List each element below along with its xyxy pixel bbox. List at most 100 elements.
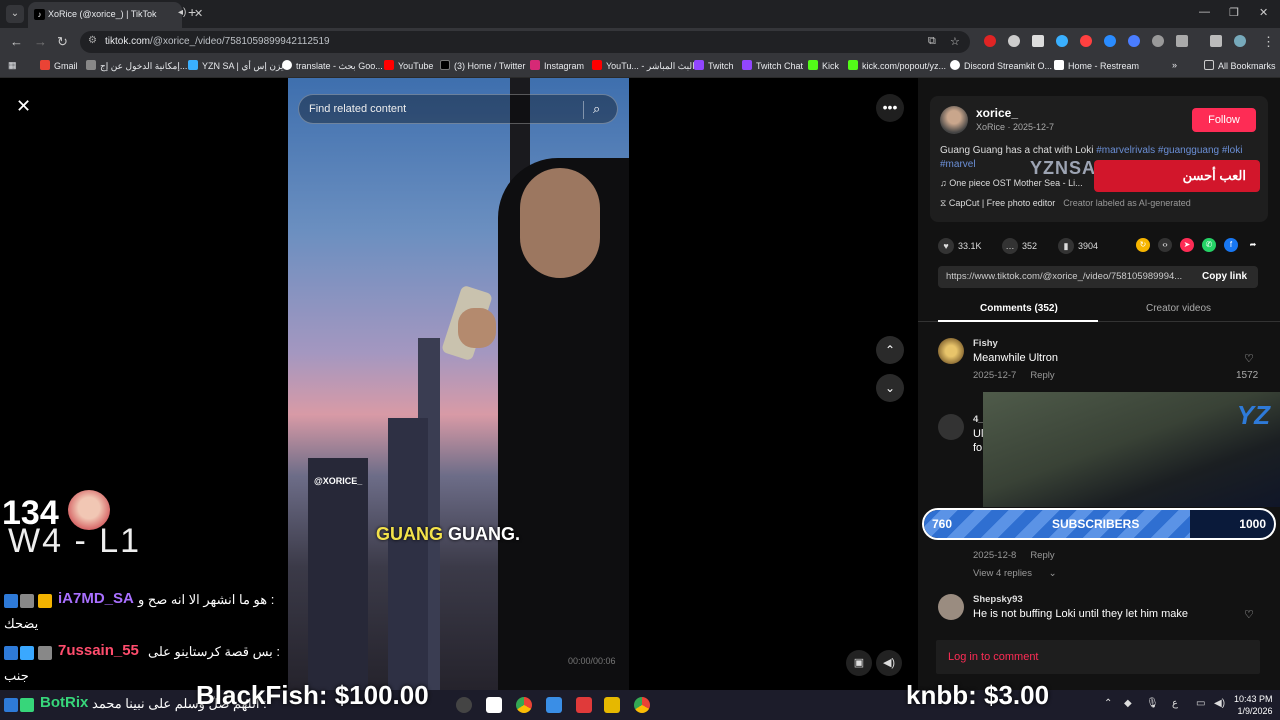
reload-icon[interactable]: ↻ — [57, 34, 68, 50]
network-icon[interactable]: ▭ — [1196, 698, 1205, 709]
commenter-avatar[interactable] — [938, 338, 964, 364]
extension-icon[interactable] — [1056, 35, 1068, 47]
extension-icon[interactable] — [1128, 35, 1140, 47]
install-app-icon[interactable]: ⧉ — [928, 35, 936, 48]
copy-link-button[interactable]: Copy link — [1202, 271, 1247, 282]
taskbar-app-icon[interactable] — [486, 697, 502, 713]
bookmark-gmail[interactable]: Gmail — [40, 60, 78, 71]
music-link[interactable]: ♫ One piece OST Mother Sea - Li... — [940, 178, 1083, 188]
restore-icon[interactable]: ❐ — [1229, 6, 1239, 19]
previous-video-button[interactable]: ⌃ — [876, 336, 904, 364]
all-bookmarks[interactable]: All Bookmarks — [1204, 60, 1276, 71]
editor-label[interactable]: ⧖ CapCut | Free photo editor Creator labe… — [940, 198, 1191, 209]
save-button[interactable]: ▮ 3904 — [1058, 238, 1098, 254]
reply-button[interactable]: Reply — [1030, 550, 1054, 561]
author-avatar[interactable] — [940, 106, 968, 134]
bookmarks-overflow-icon[interactable]: » — [1172, 60, 1177, 70]
follow-button[interactable]: Follow — [1192, 108, 1256, 132]
tab-comments[interactable]: Comments (352) — [980, 303, 1058, 314]
commenter-name[interactable]: 4_ — [973, 414, 984, 425]
bookmark-twitter[interactable]: (3) Home / Twitter — [440, 60, 525, 71]
hashtag-link[interactable]: #guangguang — [1158, 145, 1219, 156]
system-clock[interactable]: 10:43 PM 1/9/2026 — [1234, 693, 1273, 717]
commenter-avatar[interactable] — [938, 414, 964, 440]
bookmark-item[interactable]: إمكانية الدخول عن إج... — [86, 60, 187, 72]
share-arrow-icon[interactable]: ➦ — [1246, 238, 1260, 252]
close-icon[interactable]: ✕ — [16, 96, 31, 117]
apps-grid-icon[interactable]: ▦ — [8, 60, 17, 71]
bookmark-instagram[interactable]: Instagram — [530, 60, 584, 71]
extensions-puzzle-icon[interactable] — [1176, 35, 1188, 47]
next-video-button[interactable]: ⌄ — [876, 374, 904, 402]
reply-button[interactable]: Reply — [1030, 370, 1054, 381]
more-options-icon[interactable]: ••• — [876, 94, 904, 122]
tray-app-icon[interactable]: ◆ — [1124, 698, 1132, 709]
chrome-icon[interactable] — [634, 697, 650, 713]
like-button[interactable]: ♥ 33.1K — [938, 238, 982, 254]
browser-tab[interactable]: ♪ XoRice (@xorice_) | TikTok ◂) ✕ — [28, 2, 203, 28]
video-player[interactable] — [288, 78, 629, 690]
pip-icon[interactable]: ▣ — [846, 650, 872, 676]
hashtag-link[interactable]: #marvelrivals — [1096, 145, 1155, 156]
taskbar-app-icon[interactable] — [576, 697, 592, 713]
hashtag-link[interactable]: #loki — [1222, 145, 1243, 156]
minimize-icon[interactable]: — — [1199, 6, 1210, 18]
taskbar-app-icon[interactable] — [456, 697, 472, 713]
extension-icon[interactable] — [1104, 35, 1116, 47]
login-to-comment-button[interactable]: Log in to comment — [936, 640, 1260, 674]
author-username[interactable]: xorice_ — [976, 106, 1018, 120]
facebook-icon[interactable]: f — [1224, 238, 1238, 252]
search-icon[interactable]: ⌕ — [593, 101, 600, 117]
profile-avatar-icon[interactable] — [1234, 35, 1246, 47]
tab-creator-videos[interactable]: Creator videos — [1146, 303, 1211, 314]
microphone-icon[interactable]: 🎙 — [1146, 698, 1159, 709]
browser-menu-icon[interactable]: ⋮ — [1262, 34, 1275, 50]
extension-icon[interactable] — [984, 35, 996, 47]
repost-icon[interactable]: ↻ — [1136, 238, 1150, 252]
bookmark-item[interactable]: kick.com/popout/yz... — [848, 60, 946, 71]
extension-icon[interactable] — [1032, 35, 1044, 47]
taskbar-app-icon[interactable] — [604, 697, 620, 713]
comment-like-icon[interactable]: ♡ — [1244, 608, 1254, 621]
chrome-icon[interactable] — [516, 697, 532, 713]
new-tab-button[interactable]: + — [188, 4, 196, 20]
related-search-input[interactable]: Find related content ⌕ — [298, 94, 618, 124]
tab-audio-icon[interactable]: ◂) — [178, 7, 186, 18]
extension-icon[interactable] — [1152, 35, 1164, 47]
extension-icon[interactable] — [1080, 35, 1092, 47]
volume-icon[interactable]: ◀) — [876, 650, 902, 676]
bookmark-item[interactable]: translate - بحث Goo... — [282, 60, 383, 72]
commenter-name[interactable]: Shepsky93 — [973, 594, 1023, 605]
forward-icon[interactable]: → — [34, 34, 47, 49]
bookmark-item[interactable]: YZN SA | يزن إس أي — [188, 60, 283, 72]
input-language[interactable]: ع — [1172, 698, 1178, 709]
bookmark-twitch-chat[interactable]: Twitch Chat — [742, 60, 803, 71]
bookmark-star-icon[interactable]: ☆ — [950, 35, 960, 48]
comment-button[interactable]: … 352 — [1002, 238, 1037, 254]
bookmark-twitch[interactable]: Twitch — [694, 60, 734, 71]
back-icon[interactable]: ← — [10, 34, 23, 49]
embed-icon[interactable]: ‹› — [1158, 238, 1172, 252]
tray-chevron-icon[interactable]: ⌃ — [1104, 698, 1112, 709]
address-bar[interactable]: ⚙ tiktok.com/@xorice_/video/758105989994… — [80, 31, 970, 53]
whatsapp-icon[interactable]: ✆ — [1202, 238, 1216, 252]
comment-like-icon[interactable]: ♡ — [1244, 352, 1254, 365]
speaker-icon[interactable]: ◀) — [1214, 698, 1225, 709]
address-url[interactable]: tiktok.com/@xorice_/video/75810598999421… — [105, 36, 330, 47]
bookmark-item[interactable]: Home - Restream — [1054, 60, 1139, 71]
tab-search-button[interactable]: ⌄ — [6, 5, 24, 23]
share-url[interactable]: https://www.tiktok.com/@xorice_/video/75… — [946, 271, 1182, 282]
window-close-icon[interactable]: ✕ — [1259, 6, 1268, 19]
commenter-avatar[interactable] — [938, 594, 964, 620]
hashtag-link[interactable]: #marvel — [940, 159, 976, 170]
bookmark-item[interactable]: YouTu... - البث المباشر — [592, 60, 695, 72]
site-info-icon[interactable]: ⚙ — [88, 35, 97, 46]
view-replies-button[interactable]: View 4 replies ⌄ — [973, 568, 1057, 579]
taskbar-app-icon[interactable] — [546, 697, 562, 713]
bookmark-kick[interactable]: Kick — [808, 60, 839, 71]
bookmark-item[interactable]: Discord Streamkit O... — [950, 60, 1052, 71]
media-controls-icon[interactable] — [1210, 35, 1222, 47]
bookmark-youtube[interactable]: YouTube — [384, 60, 433, 71]
send-icon[interactable]: ➤ — [1180, 238, 1194, 252]
extension-icon[interactable] — [1008, 35, 1020, 47]
